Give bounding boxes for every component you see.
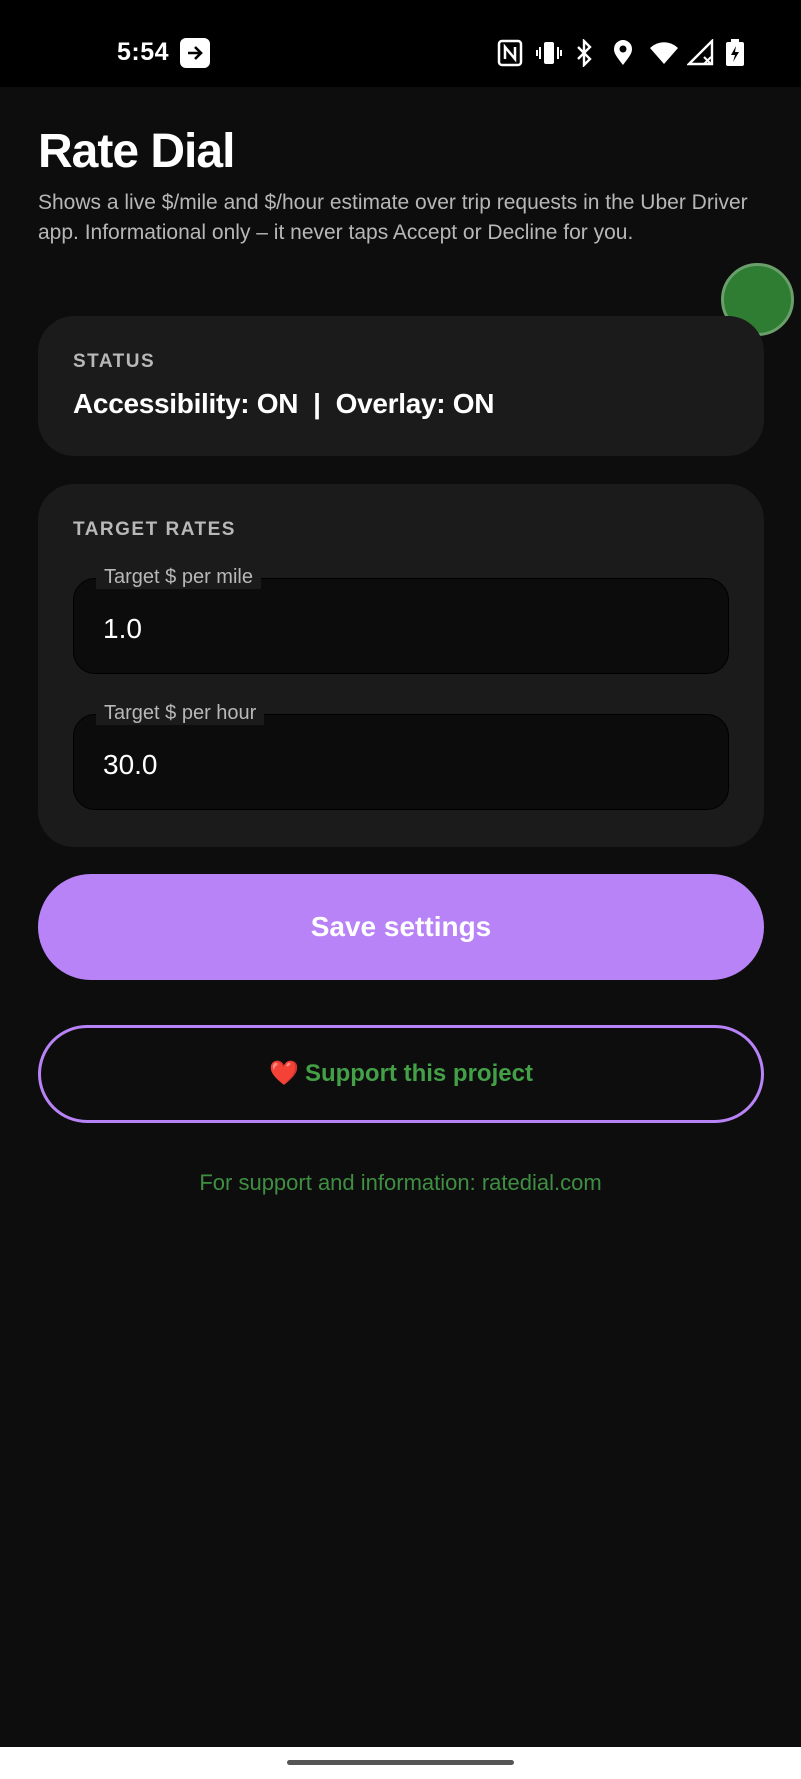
screen-share-icon: [180, 38, 210, 68]
battery-icon: [725, 39, 753, 67]
app-description: Shows a live $/mile and $/hour estimate …: [38, 191, 748, 244]
per-hour-field[interactable]: Target $ per hour: [73, 701, 729, 810]
page-title: Rate Dial: [38, 125, 235, 178]
support-label: Support this project: [304, 1060, 533, 1087]
navigation-bar: [0, 1747, 801, 1779]
status-heading: STATUS: [73, 351, 156, 372]
heart-icon: ❤️: [269, 1060, 299, 1087]
status-text: Accessibility: ON | Overlay: ON: [73, 388, 495, 419]
status-time: 5:54: [117, 38, 170, 66]
bluetooth-icon: [573, 38, 601, 68]
nfc-icon: [497, 39, 525, 67]
support-info-link[interactable]: For support and information: ratedial.co…: [0, 1170, 801, 1196]
home-gesture-handle[interactable]: [287, 1760, 514, 1765]
per-hour-label: Target $ per hour: [96, 701, 265, 725]
save-settings-button[interactable]: Save settings: [38, 874, 764, 980]
vibrate-icon: [535, 39, 563, 67]
status-icons: [497, 38, 753, 68]
status-card: STATUS Accessibility: ON | Overlay: ON: [38, 316, 764, 456]
target-rates-card: TARGET RATES Target $ per mile Target $ …: [38, 484, 764, 847]
per-mile-label: Target $ per mile: [96, 565, 261, 589]
signal-icon: [686, 38, 715, 67]
status-bar: 5:54: [0, 0, 801, 87]
per-mile-field[interactable]: Target $ per mile: [73, 565, 729, 674]
location-icon: [611, 39, 639, 67]
support-project-button[interactable]: ❤️ Support this project: [38, 1025, 764, 1123]
per-mile-input[interactable]: [103, 609, 693, 649]
wifi-icon: [649, 39, 678, 67]
target-rates-heading: TARGET RATES: [73, 519, 236, 540]
per-hour-input[interactable]: [103, 745, 693, 785]
